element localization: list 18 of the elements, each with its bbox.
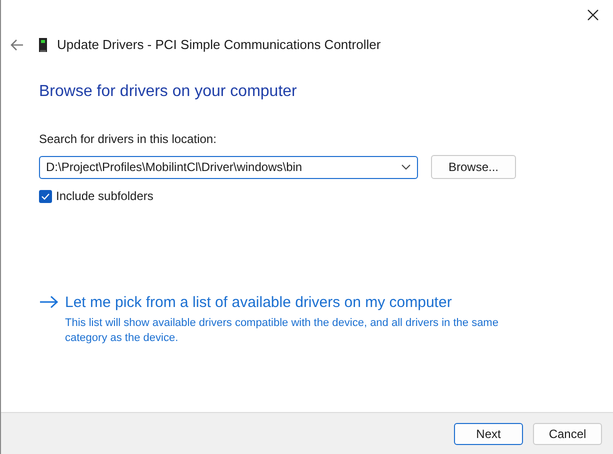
chevron-down-icon <box>401 164 411 170</box>
include-subfolders-label: Include subfolders <box>56 188 154 205</box>
close-icon <box>587 9 599 21</box>
arrow-right-icon <box>39 295 59 309</box>
location-label: Search for drivers in this location: <box>39 131 218 148</box>
location-combo-field[interactable]: D:\Project\Profiles\MobilintCl\Driver\windows\bin <box>39 156 418 178</box>
device-icon <box>39 38 47 52</box>
back-button[interactable] <box>9 37 25 53</box>
pick-from-list-description: This list will show available drivers compatible with the device, and all drivers in the same category as the device. <box>65 316 500 346</box>
cancel-button[interactable]: Cancel <box>533 422 602 444</box>
window-title: Update Drivers - PCI Simple Communications Controller <box>57 36 381 54</box>
next-button[interactable]: Next <box>454 422 523 444</box>
checkmark-icon <box>41 192 50 200</box>
include-subfolders-checkbox[interactable] <box>39 190 52 202</box>
pick-from-list-link[interactable]: Let me pick from a list of available drivers on my computer <box>65 292 515 314</box>
page-heading: Browse for drivers on your computer <box>39 82 298 102</box>
back-arrow-icon <box>10 39 24 51</box>
browse-button[interactable]: Browse... <box>431 155 516 179</box>
